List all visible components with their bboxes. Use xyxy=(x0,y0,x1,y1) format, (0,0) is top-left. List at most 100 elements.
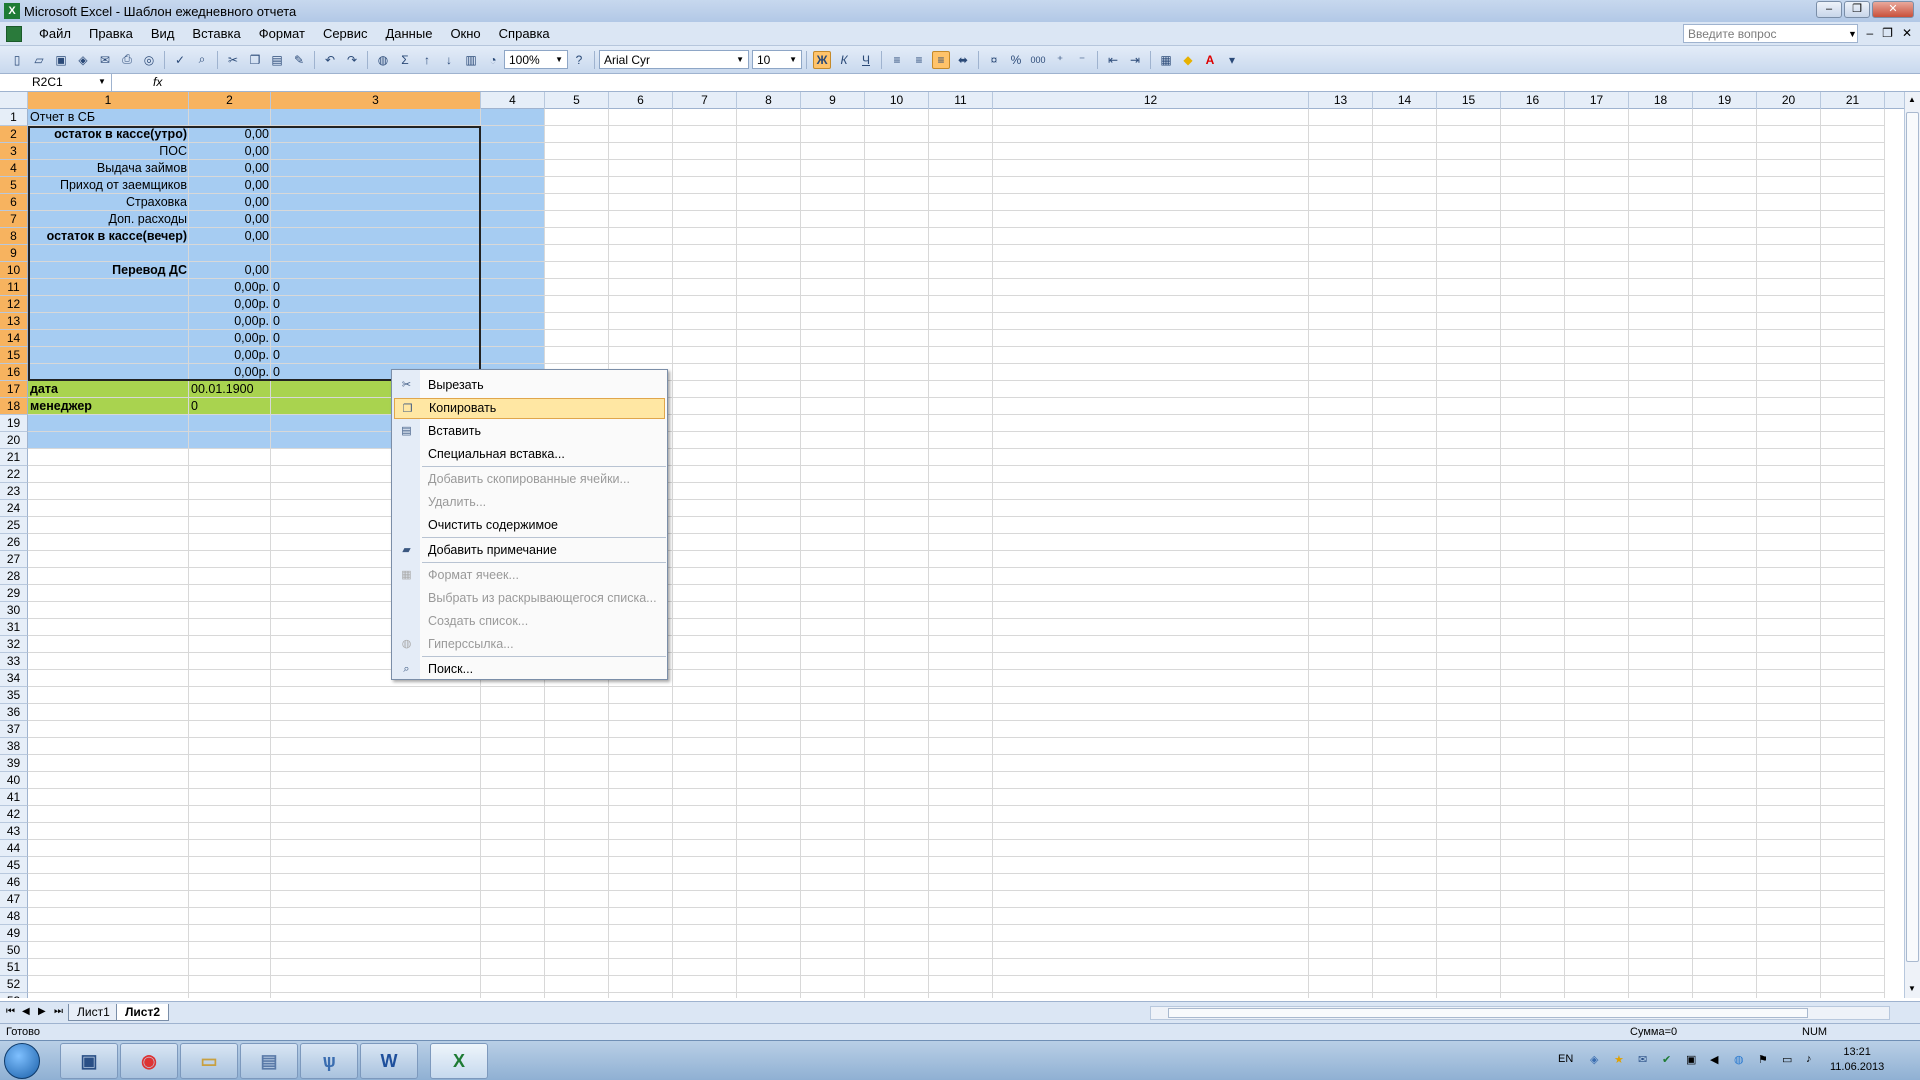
row-header[interactable]: 5 xyxy=(0,177,28,194)
tray-volume-icon[interactable]: ◀ xyxy=(1710,1053,1718,1066)
row-header[interactable]: 1 xyxy=(0,109,28,126)
name-box[interactable]: R2C1 xyxy=(0,74,112,91)
cell[interactable]: 0 xyxy=(271,313,481,330)
spelling-icon[interactable]: ✓ xyxy=(171,51,189,69)
menu-format[interactable]: Формат xyxy=(250,26,314,41)
row-header[interactable]: 51 xyxy=(0,959,28,976)
row-header[interactable]: 7 xyxy=(0,211,28,228)
context-menu-item[interactable]: ▰ Добавить примечание xyxy=(394,540,665,561)
column-header[interactable]: 13 xyxy=(1309,92,1373,109)
doc-restore-button[interactable]: ❐ xyxy=(1882,26,1893,40)
cell[interactable]: 0,00р. xyxy=(189,279,271,296)
row-header[interactable]: 15 xyxy=(0,347,28,364)
row-header[interactable]: 29 xyxy=(0,585,28,602)
decrease-indent-icon[interactable]: ⇤ xyxy=(1104,51,1122,69)
excel-task-icon[interactable]: X xyxy=(430,1043,488,1079)
folder-task-icon[interactable]: ▭ xyxy=(180,1043,238,1079)
cell[interactable]: Приход от заемщиков xyxy=(28,177,189,194)
tray-network-icon[interactable]: ◈ xyxy=(1590,1053,1598,1066)
row-header[interactable]: 50 xyxy=(0,942,28,959)
cell[interactable]: 0 xyxy=(271,347,481,364)
cell[interactable]: 0,00 xyxy=(189,228,271,245)
workbook-icon[interactable] xyxy=(6,25,22,42)
row-header[interactable]: 38 xyxy=(0,738,28,755)
align-right-icon[interactable]: ≡ xyxy=(932,50,950,69)
cell[interactable]: дата xyxy=(28,381,189,398)
align-center-icon[interactable]: ≡ xyxy=(910,51,928,69)
cell[interactable]: 0,00р. xyxy=(189,313,271,330)
column-header[interactable]: 18 xyxy=(1629,92,1693,109)
explorer-task-icon[interactable]: ▣ xyxy=(60,1043,118,1079)
prev-sheet-icon[interactable]: ◀ xyxy=(22,1006,30,1017)
row-header[interactable]: 33 xyxy=(0,653,28,670)
menu-edit[interactable]: Правка xyxy=(80,26,142,41)
row-header[interactable]: 48 xyxy=(0,908,28,925)
row-header[interactable]: 44 xyxy=(0,840,28,857)
worksheet-grid[interactable]: 1 2 3 4 5 6 7 8 9 10 11 12 13 14 15 16 17 18 19 20 21 123456… xyxy=(0,92,1904,998)
currency-icon[interactable]: ¤ xyxy=(985,51,1003,69)
print-preview-icon[interactable]: ◎ xyxy=(140,51,158,69)
borders-icon[interactable]: ▦ xyxy=(1157,51,1175,69)
merge-center-icon[interactable]: ⬌ xyxy=(954,51,972,69)
row-header[interactable]: 10 xyxy=(0,262,28,279)
sort-asc-icon[interactable]: ↑ xyxy=(418,51,436,69)
research-icon[interactable]: ⌕ xyxy=(193,51,211,69)
drawing-icon[interactable]: ◔ xyxy=(484,51,502,69)
zoom-select[interactable]: 100% ▼ xyxy=(504,50,568,69)
cell[interactable]: 0,00р. xyxy=(189,347,271,364)
column-header[interactable]: 15 xyxy=(1437,92,1501,109)
restore-button[interactable]: ❐ xyxy=(1844,1,1870,18)
row-header[interactable]: 32 xyxy=(0,636,28,653)
cell[interactable]: Отчет в СБ xyxy=(28,109,271,126)
vertical-scrollbar[interactable]: ▲ ▼ xyxy=(1904,92,1920,998)
open-icon[interactable]: ▱ xyxy=(30,51,48,69)
cell[interactable]: ПОС xyxy=(28,143,189,160)
increase-indent-icon[interactable]: ⇥ xyxy=(1126,51,1144,69)
row-header[interactable]: 41 xyxy=(0,789,28,806)
row-header[interactable]: 26 xyxy=(0,534,28,551)
menu-window[interactable]: Окно xyxy=(441,26,489,41)
decrease-decimal-icon[interactable]: ⁻ xyxy=(1073,51,1091,69)
row-header[interactable]: 20 xyxy=(0,432,28,449)
row-header[interactable]: 31 xyxy=(0,619,28,636)
scroll-thumb[interactable] xyxy=(1906,112,1919,962)
row-header[interactable]: 37 xyxy=(0,721,28,738)
chevron-down-icon[interactable]: ▼ xyxy=(98,77,106,86)
row-header[interactable]: 16 xyxy=(0,364,28,381)
row-header[interactable]: 14 xyxy=(0,330,28,347)
column-header[interactable]: 21 xyxy=(1821,92,1885,109)
thousands-button[interactable]: 000 xyxy=(1029,51,1047,69)
tab-sheet2[interactable]: Лист2 xyxy=(116,1004,170,1021)
tray-flag-icon[interactable]: ⚑ xyxy=(1758,1053,1768,1066)
tray-check-icon[interactable]: ✔ xyxy=(1662,1053,1671,1066)
new-icon[interactable]: ▯ xyxy=(8,51,26,69)
cell[interactable]: Доп. расходы xyxy=(28,211,189,228)
cell[interactable]: 0,00 xyxy=(189,211,271,228)
row-header[interactable]: 3 xyxy=(0,143,28,160)
row-header[interactable]: 13 xyxy=(0,313,28,330)
column-header[interactable]: 6 xyxy=(609,92,673,109)
column-header[interactable]: 2 xyxy=(189,92,271,109)
column-header[interactable]: 9 xyxy=(801,92,865,109)
app-task-icon[interactable]: ѱ xyxy=(300,1043,358,1079)
row-header[interactable]: 4 xyxy=(0,160,28,177)
tab-sheet1[interactable]: Лист1 xyxy=(68,1004,119,1021)
row-header[interactable]: 30 xyxy=(0,602,28,619)
autosum-icon[interactable]: Σ xyxy=(396,51,414,69)
row-header[interactable]: 22 xyxy=(0,466,28,483)
taskbar-clock[interactable]: 13:21 11.06.2013 xyxy=(1830,1045,1884,1075)
row-header[interactable]: 43 xyxy=(0,823,28,840)
bold-button[interactable]: Ж xyxy=(813,50,831,69)
context-menu-item[interactable]: ✂ Вырезать xyxy=(394,375,665,396)
row-header[interactable]: 11 xyxy=(0,279,28,296)
cell[interactable]: 0,00р. xyxy=(189,364,271,381)
row-header[interactable]: 17 xyxy=(0,381,28,398)
cell[interactable]: 0,00 xyxy=(189,194,271,211)
column-header[interactable]: 5 xyxy=(545,92,609,109)
context-menu-item[interactable]: ❐ Копировать xyxy=(394,398,665,419)
underline-button[interactable]: Ч xyxy=(857,51,875,69)
italic-button[interactable]: К xyxy=(835,51,853,69)
row-header[interactable]: 52 xyxy=(0,976,28,993)
column-header[interactable]: 14 xyxy=(1373,92,1437,109)
tray-star-icon[interactable]: ★ xyxy=(1614,1053,1624,1066)
